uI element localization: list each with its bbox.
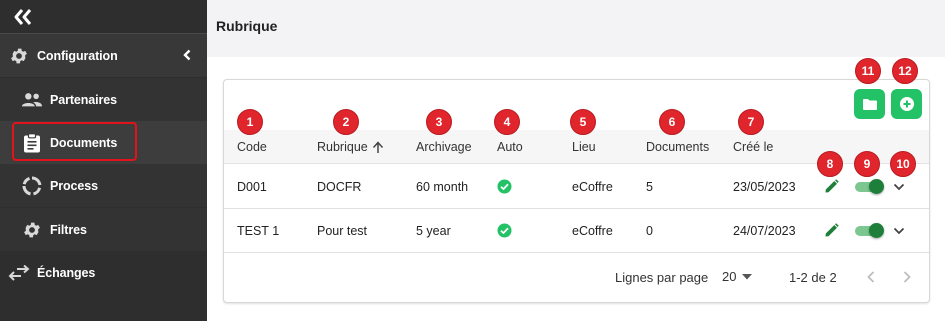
- annotation-badge: 5: [570, 109, 596, 135]
- cell-archivage: 5 year: [416, 224, 451, 238]
- swap-arrows-icon: [8, 262, 30, 284]
- next-page-button[interactable]: [902, 270, 912, 289]
- collapse-sidebar-button[interactable]: [12, 7, 34, 27]
- cell-code: D001: [237, 180, 267, 194]
- active-toggle[interactable]: [855, 179, 884, 194]
- sidebar-item-label: Configuration: [37, 48, 118, 63]
- sidebar-item-process[interactable]: Process: [0, 164, 207, 207]
- table-row[interactable]: TEST 1 Pour test 5 year eCoffre 0 24/07/…: [224, 209, 929, 253]
- expand-row-button[interactable]: [893, 180, 905, 198]
- chevron-down-icon: [893, 183, 905, 191]
- pencil-icon: [825, 179, 839, 193]
- edit-button[interactable]: [824, 179, 839, 199]
- column-header-archivage[interactable]: Archivage: [416, 140, 472, 154]
- annotation-badge: 7: [738, 109, 764, 135]
- cell-cree-le: 24/07/2023: [733, 224, 796, 238]
- cell-cree-le: 23/05/2023: [733, 180, 796, 194]
- sort-arrow-up-icon: [372, 140, 383, 153]
- gear-icon: [21, 219, 43, 241]
- active-toggle[interactable]: [855, 223, 884, 238]
- check-circle-icon: [497, 179, 512, 199]
- annotation-badge: 9: [854, 151, 880, 177]
- pagination-range: 1-2 de 2: [789, 270, 837, 285]
- highlight-box: [12, 122, 137, 161]
- rows-per-page-value: 20: [722, 269, 737, 284]
- previous-page-button[interactable]: [866, 270, 876, 289]
- sidebar-item-echanges[interactable]: Échanges: [0, 251, 207, 294]
- chevron-left-icon: [183, 49, 191, 64]
- column-header-cree-le[interactable]: Créé le: [733, 140, 773, 154]
- cell-lieu: eCoffre: [572, 224, 613, 238]
- sidebar-item-filtres[interactable]: Filtres: [0, 208, 207, 251]
- edit-button[interactable]: [824, 223, 839, 243]
- cell-documents: 0: [646, 224, 653, 238]
- check-circle-icon: [497, 223, 512, 243]
- rows-per-page-label: Lignes par page: [615, 270, 709, 285]
- double-chevron-left-icon: [14, 9, 32, 25]
- folder-button[interactable]: [854, 89, 885, 119]
- caret-down-icon: [742, 273, 753, 279]
- column-header-auto[interactable]: Auto: [497, 140, 523, 154]
- rows-per-page-select[interactable]: 20: [722, 269, 753, 284]
- cycle-icon: [21, 175, 43, 197]
- column-label: Code: [237, 140, 267, 154]
- cell-lieu: eCoffre: [572, 180, 613, 194]
- column-label: Rubrique: [317, 140, 368, 154]
- annotation-badge: 1: [237, 109, 263, 135]
- page-header: Rubrique: [207, 0, 945, 57]
- toggle-knob: [869, 223, 884, 238]
- column-header-lieu[interactable]: Lieu: [572, 140, 596, 154]
- annotation-badge: 11: [855, 58, 881, 84]
- annotation-badge: 6: [659, 109, 685, 135]
- sidebar-item-label: Filtres: [50, 222, 87, 237]
- column-label: Créé le: [733, 140, 774, 154]
- sidebar: Configuration Partenaires Documents Proc…: [0, 0, 207, 321]
- column-label: Lieu: [572, 140, 596, 154]
- column-header-code[interactable]: Code: [237, 140, 267, 154]
- chevron-down-icon: [893, 227, 905, 235]
- people-icon: [21, 89, 43, 111]
- folder-icon: [862, 98, 877, 110]
- sidebar-item-label: Process: [50, 178, 98, 193]
- sidebar-item-configuration[interactable]: Configuration: [0, 34, 207, 77]
- chevron-left-icon: [867, 271, 875, 283]
- column-header-rubrique[interactable]: Rubrique: [317, 140, 384, 154]
- expand-row-button[interactable]: [893, 224, 905, 242]
- sidebar-item-partenaires[interactable]: Partenaires: [0, 78, 207, 121]
- annotation-badge: 3: [426, 109, 452, 135]
- pencil-icon: [825, 223, 839, 237]
- chevron-right-icon: [903, 271, 911, 283]
- column-label: Auto: [497, 140, 523, 154]
- annotation-badge: 4: [494, 109, 520, 135]
- column-label: Archivage: [416, 140, 472, 154]
- plus-circle-icon: [899, 97, 914, 111]
- column-header-documents[interactable]: Documents: [646, 140, 709, 154]
- gear-icon: [8, 45, 30, 67]
- cell-documents: 5: [646, 180, 653, 194]
- annotation-badge: 8: [817, 151, 843, 177]
- cell-rubrique: DOCFR: [317, 180, 362, 194]
- toggle-knob: [869, 179, 884, 194]
- column-label: Documents: [646, 140, 710, 154]
- annotation-badge: 10: [890, 151, 916, 177]
- annotation-badge: 2: [333, 109, 359, 135]
- cell-code: TEST 1: [237, 224, 280, 238]
- sidebar-item-label: Partenaires: [50, 92, 117, 107]
- page-title: Rubrique: [216, 18, 278, 34]
- annotation-badge: 12: [892, 58, 918, 84]
- sidebar-item-label: Échanges: [37, 265, 96, 280]
- cell-rubrique: Pour test: [317, 224, 368, 238]
- add-button[interactable]: [891, 89, 922, 119]
- cell-archivage: 60 month: [416, 180, 469, 194]
